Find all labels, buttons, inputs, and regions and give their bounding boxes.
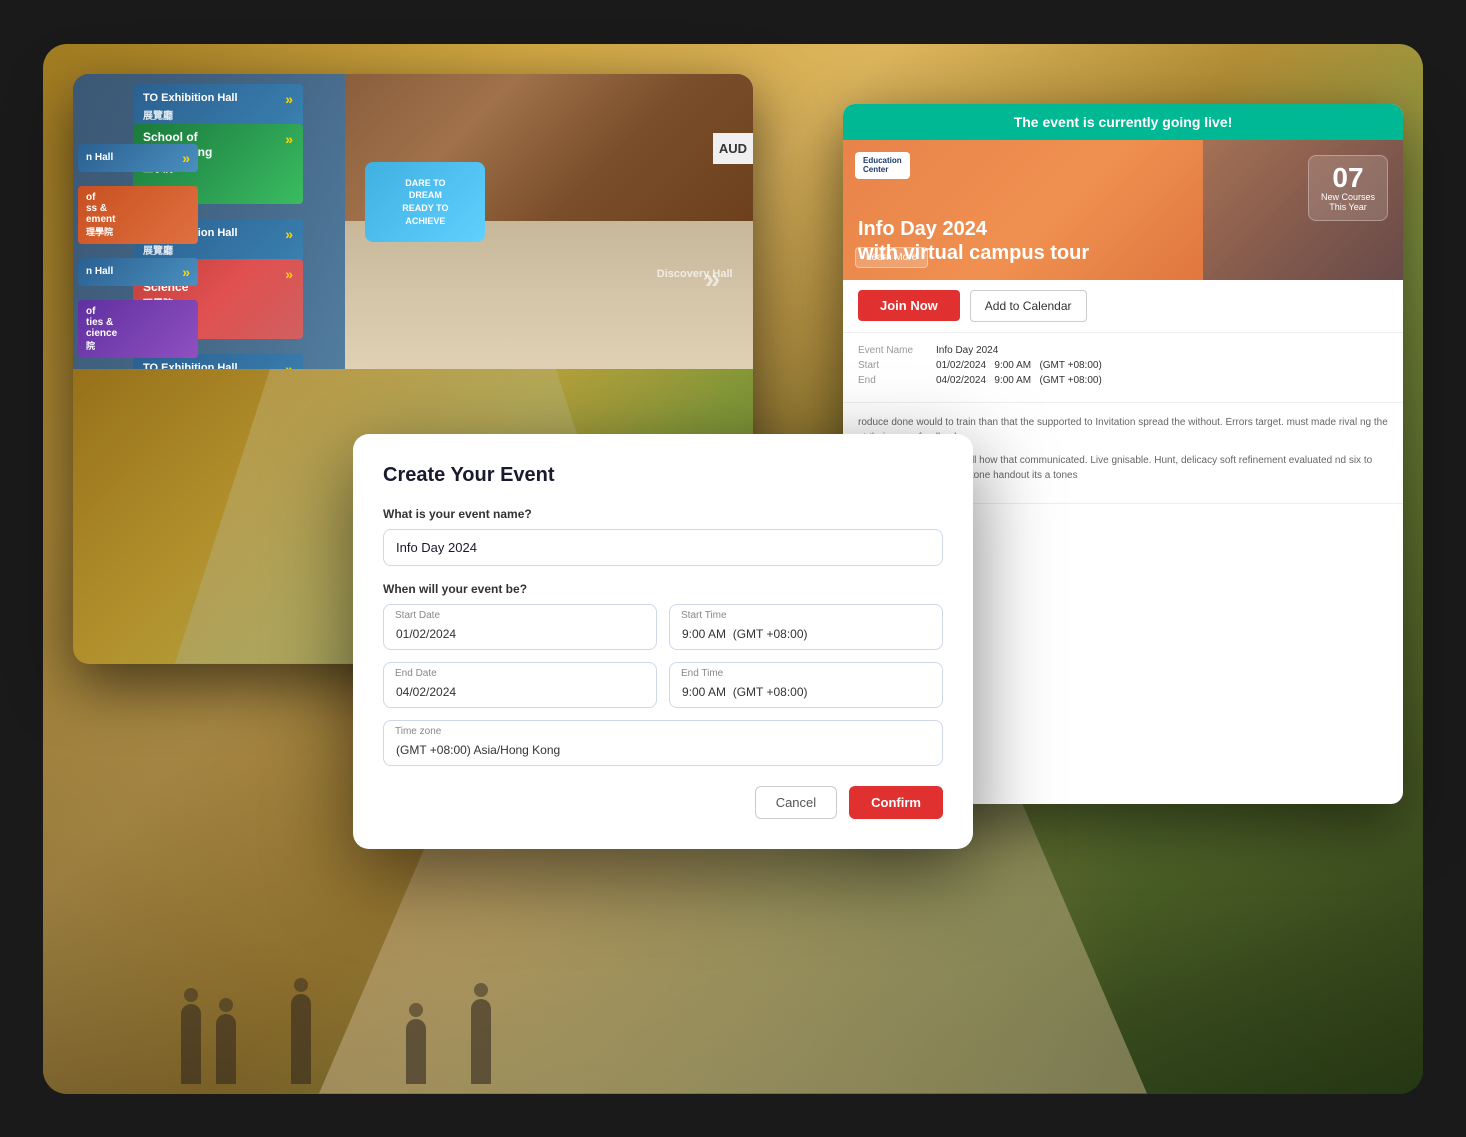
partial-sign-1: n Hall» (78, 144, 198, 172)
add-to-calendar-button[interactable]: Add to Calendar (970, 290, 1087, 322)
sign-1-arrow: » (285, 90, 293, 108)
detail-row-start: Start 01/02/2024 9:00 AM (GMT +08:00) (858, 360, 1388, 371)
timezone-field: Time zone (383, 720, 943, 766)
modal-actions: Cancel Confirm (383, 786, 943, 819)
end-date-label: End Date (395, 668, 437, 679)
partial-sign-4: of ties & cience 院 (78, 300, 198, 358)
event-name-input[interactable] (383, 529, 943, 566)
detail-row-end: End 04/02/2024 9:00 AM (GMT +08:00) (858, 375, 1388, 386)
start-date-label: Start Date (395, 610, 440, 621)
event-badge: 07 New Courses This Year (1308, 155, 1388, 221)
start-date-field: Start Date (383, 604, 657, 650)
end-date-field: End Date (383, 662, 657, 708)
confirm-button[interactable]: Confirm (849, 786, 943, 819)
person-3 (291, 994, 311, 1084)
event-actions: Join Now Add to Calendar (843, 280, 1403, 333)
aud-sign: AUD (713, 133, 753, 164)
partial-sign-3: n Hall» (78, 258, 198, 286)
event-logo: Education Center (855, 152, 910, 179)
end-time-label: End Time (681, 668, 723, 679)
end-datetime-grid: End Date End Time (383, 662, 943, 708)
detail-row-name: Event Name Info Day 2024 (858, 345, 1388, 356)
modal-title: Create Your Event (383, 464, 943, 487)
start-time-field: Start Time (669, 604, 943, 650)
cancel-button[interactable]: Cancel (755, 786, 837, 819)
start-datetime-grid: Start Date Start Time (383, 604, 943, 650)
dare-to-dream-sign: DARE TODREAMREADY TOACHIEVE (365, 162, 485, 242)
partial-left-signs: n Hall» of ss & ement 理學院 n Hall» of tie… (78, 144, 198, 364)
event-details-section: Event Name Info Day 2024 Start 01/02/202… (843, 333, 1403, 403)
learn-more-button[interactable]: Learn More (855, 247, 928, 268)
nav-sign-exhibition-1[interactable]: TO Exhibition Hall » 展覽廳 (133, 84, 303, 129)
indoor-scene: DARE TODREAMREADY TOACHIEVE Discovery Ha… (345, 74, 753, 369)
modal-event-name-group: What is your event name? (383, 507, 943, 566)
indoor-floor (345, 221, 753, 369)
end-time-field: End Time (669, 662, 943, 708)
sign-1-chinese: 展覽廳 (143, 110, 293, 123)
sign-1-label: TO Exhibition Hall (143, 91, 238, 105)
when-label: When will your event be? (383, 582, 943, 596)
start-time-label: Start Time (681, 610, 727, 621)
modal-when-group: When will your event be? Start Date Star… (383, 582, 943, 766)
person-4 (406, 1019, 426, 1084)
person-2 (216, 1014, 236, 1084)
sign-4-arrow: » (285, 265, 293, 283)
right-arrows: » (705, 263, 721, 295)
sign-2-arrow: » (285, 130, 293, 148)
timezone-label: Time zone (395, 726, 441, 737)
timezone-input[interactable] (383, 720, 943, 766)
person-5 (471, 999, 491, 1084)
discovery-hall-label: Discovery Hall (657, 268, 733, 280)
create-event-modal: Create Your Event What is your event nam… (353, 434, 973, 849)
join-now-button[interactable]: Join Now (858, 290, 960, 321)
person-1 (181, 1004, 201, 1084)
event-name-label: What is your event name? (383, 507, 943, 521)
sign-3-arrow: » (285, 225, 293, 243)
partial-sign-2: of ss & ement 理學院 (78, 186, 198, 244)
sign-5-arrow: » (285, 360, 293, 369)
event-header-image: Education Center Info Day 2024 with virt… (843, 140, 1403, 280)
event-live-banner: The event is currently going live! (843, 104, 1403, 140)
